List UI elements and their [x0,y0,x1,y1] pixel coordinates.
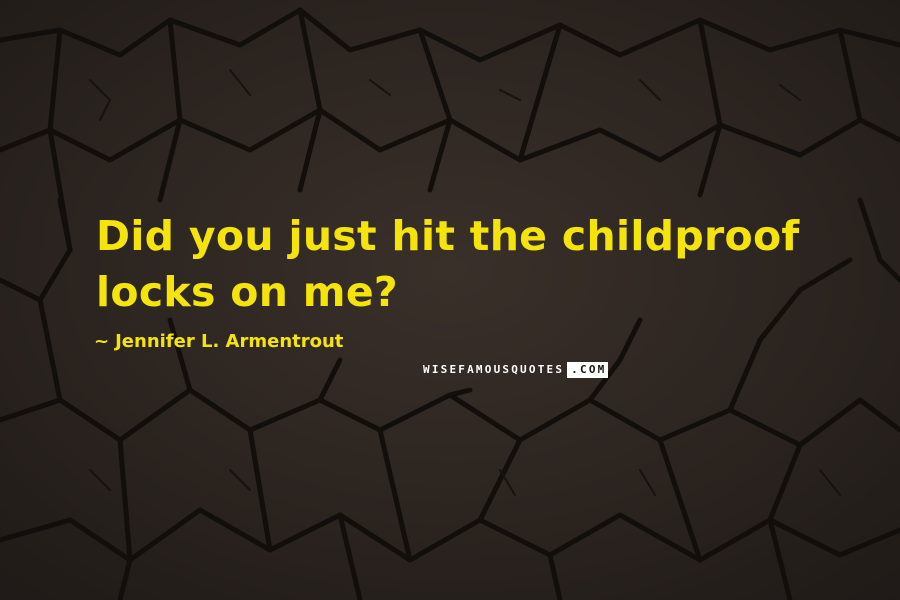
watermark-logo: WISEFAMOUSQUOTES .COM [421,362,609,378]
quote-text: Did you just hit the childproof locks on… [96,212,800,316]
author-name: Jennifer L. Armentrout [115,331,344,352]
author-prefix: ~ [94,331,110,352]
watermark-main-text: WISEFAMOUSQUOTES [423,363,565,376]
watermark-tld-text: .COM [567,362,609,378]
author-attribution: ~ Jennifer L. Armentrout [94,330,343,354]
